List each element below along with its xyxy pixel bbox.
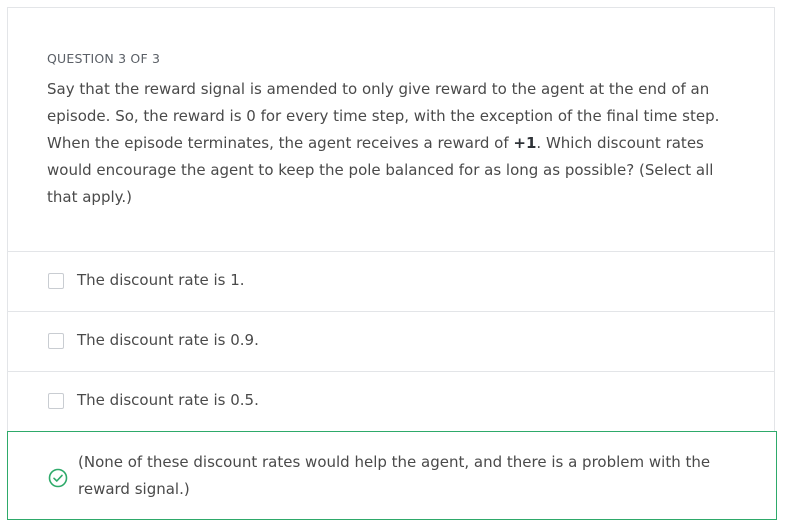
question-text: Say that the reward signal is amended to… [47,76,747,211]
question-counter: QUESTION 3 OF 3 [47,51,161,66]
quiz-card: QUESTION 3 OF 3 Say that the reward sign… [7,7,777,520]
answer-option-2[interactable]: The discount rate is 0.9. [8,312,774,372]
answer-option-label: The discount rate is 0.9. [77,331,259,349]
checkbox-icon[interactable] [48,393,64,409]
check-circle-icon[interactable] [48,468,68,488]
answer-option-label: The discount rate is 1. [77,271,245,289]
answer-option-label: The discount rate is 0.5. [77,391,259,409]
answer-option-1[interactable]: The discount rate is 1. [8,252,774,312]
question-text-bold: +1 [513,134,537,152]
answer-option-4-selected[interactable]: (None of these discount rates would help… [7,431,777,520]
answer-option-label: (None of these discount rates would help… [78,453,711,498]
question-section: QUESTION 3 OF 3 Say that the reward sign… [8,8,774,252]
checkbox-icon[interactable] [48,333,64,349]
checkbox-icon[interactable] [48,273,64,289]
answer-option-3[interactable]: The discount rate is 0.5. [8,372,774,432]
